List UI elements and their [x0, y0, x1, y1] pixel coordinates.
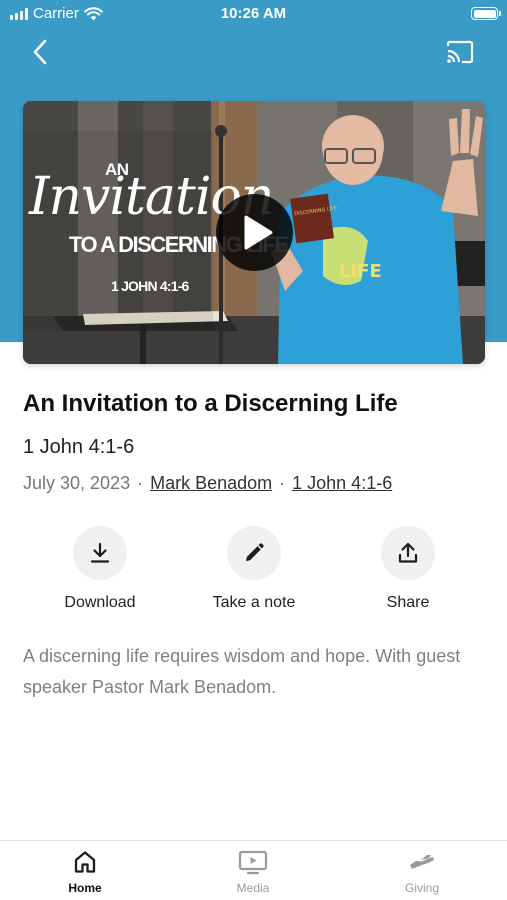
- take-note-circle: [227, 526, 281, 580]
- sermon-title: An Invitation to a Discerning Life: [23, 390, 398, 417]
- tab-giving-label: Giving: [404, 881, 439, 895]
- take-note-label: Take a note: [212, 594, 296, 611]
- tab-media[interactable]: Media: [193, 849, 313, 895]
- tab-bar: Home Media Giving: [0, 840, 507, 900]
- meta-separator: ·: [137, 473, 144, 493]
- tab-home-label: Home: [68, 881, 102, 895]
- speaker-link[interactable]: Mark Benadom: [150, 473, 272, 494]
- meta-separator: ·: [279, 473, 286, 493]
- action-row: Download Take a note Share: [0, 526, 507, 621]
- download-icon: [90, 542, 110, 563]
- take-note-button[interactable]: Take a note: [179, 526, 329, 612]
- download-label: Download: [64, 594, 136, 611]
- share-label: Share: [386, 594, 430, 611]
- scripture-link[interactable]: 1 John 4:1-6: [292, 473, 392, 494]
- share-button[interactable]: Share: [333, 526, 483, 612]
- status-time: 10:26 AM: [220, 5, 287, 22]
- cast-button[interactable]: [444, 38, 476, 66]
- media-icon: [238, 850, 268, 875]
- shirt-text: LIFE: [339, 261, 382, 282]
- play-icon: [244, 215, 273, 250]
- tab-giving[interactable]: Giving: [362, 849, 482, 895]
- share-circle: [381, 526, 435, 580]
- giving-icon: [410, 855, 434, 869]
- cast-icon: [446, 40, 474, 64]
- sermon-scripture: 1 John 4:1-6: [23, 436, 135, 458]
- tab-media-label: Media: [236, 881, 270, 895]
- play-button[interactable]: [216, 194, 293, 271]
- home-icon: [74, 851, 96, 873]
- sermon-description: A discerning life requires wisdom and ho…: [23, 646, 461, 697]
- status-bar: Carrier 10:26 AM: [0, 0, 507, 28]
- video-player[interactable]: DISCERNING LIFE LIFE AN Invitation TO A …: [23, 101, 485, 364]
- pencil-icon: [246, 543, 264, 561]
- overlay-reference: 1 JOHN 4:1-6: [111, 278, 189, 294]
- tab-home[interactable]: Home: [25, 849, 145, 895]
- sermon-date: July 30, 2023: [23, 473, 131, 493]
- share-icon: [398, 542, 418, 563]
- download-button[interactable]: Download: [25, 526, 175, 612]
- download-circle: [73, 526, 127, 580]
- battery-icon: [471, 7, 501, 20]
- back-button[interactable]: [26, 36, 56, 68]
- chevron-left-icon: [33, 39, 47, 65]
- sermon-meta: July 30, 2023 · Mark Benadom · 1 John 4:…: [23, 473, 392, 494]
